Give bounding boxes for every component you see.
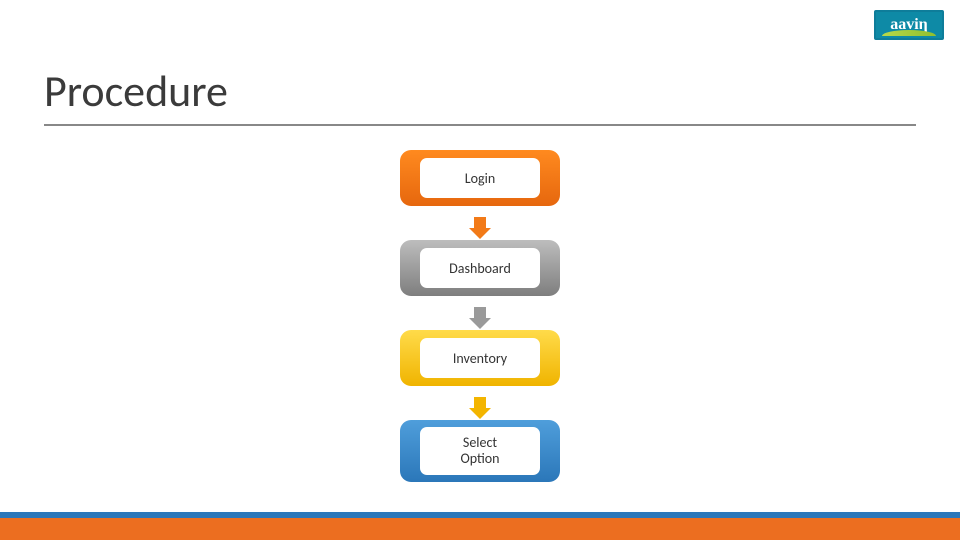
procedure-flow: Login Dashboard Inventory SelectOption	[395, 150, 565, 482]
brand-logo: aaviη	[874, 10, 944, 40]
footer-bar	[0, 512, 960, 540]
brand-logo-swoosh	[882, 30, 936, 36]
step-inventory: Inventory	[400, 330, 560, 386]
page-title-block: Procedure	[44, 64, 916, 126]
step-label: Dashboard	[420, 248, 540, 288]
step-label: Login	[420, 158, 540, 198]
step-select-option: SelectOption	[400, 420, 560, 482]
step-label: Inventory	[420, 338, 540, 378]
arrow-down-icon	[474, 209, 486, 237]
page-title: Procedure	[44, 64, 916, 124]
step-login: Login	[400, 150, 560, 206]
step-dashboard: Dashboard	[400, 240, 560, 296]
step-label: SelectOption	[420, 427, 540, 475]
footer-accent-orange	[0, 518, 960, 540]
arrow-down-icon	[474, 299, 486, 327]
title-underline	[44, 124, 916, 126]
arrow-down-icon	[474, 389, 486, 417]
